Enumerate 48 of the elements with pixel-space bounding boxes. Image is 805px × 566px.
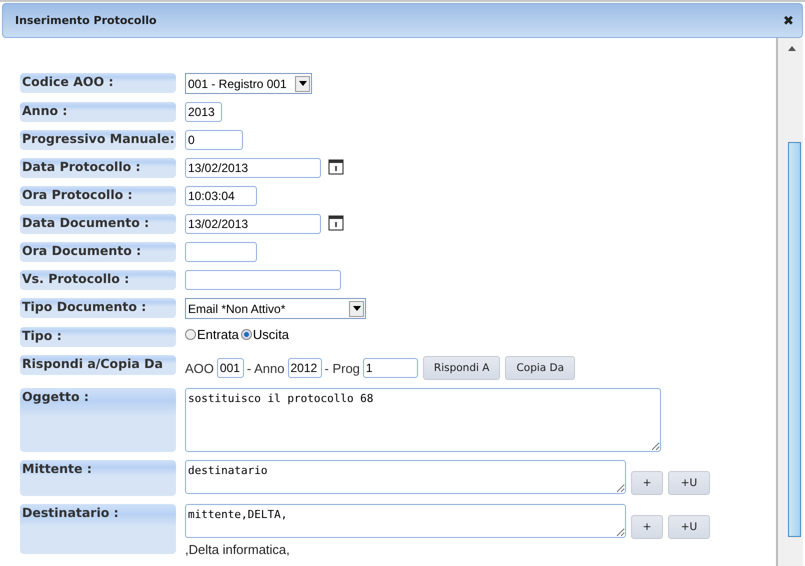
field-label: Progressivo Manuale: (20, 130, 176, 150)
input-field[interactable]: 2013 (185, 102, 222, 122)
field-caption: - Prog (324, 360, 360, 376)
field-label: Destinatario : (20, 504, 176, 554)
action-button[interactable]: Copia Da (505, 356, 576, 380)
add-button[interactable]: +U (668, 471, 710, 495)
scrollbar[interactable] (778, 38, 803, 566)
field-caption: - Anno (246, 360, 284, 376)
field-caption: AOO (185, 360, 214, 376)
radio-option[interactable]: Uscita (240, 327, 290, 342)
radio-option[interactable]: Entrata (185, 327, 239, 342)
field-label: Codice AOO : (20, 73, 176, 93)
dialog-title: Inserimento Protocollo (15, 14, 157, 27)
calendar-icon[interactable] (328, 158, 344, 175)
text-area[interactable]: sostituisco il protocollo 68 (185, 388, 661, 452)
input-field[interactable] (185, 270, 341, 290)
field-label: Ora Documento : (20, 242, 176, 262)
recipient-note: ,Delta informatica, (185, 542, 291, 557)
field-label: Data Documento : (20, 214, 176, 234)
date-field[interactable]: 13/02/2013 (185, 214, 321, 234)
dropdown[interactable]: 001 - Registro 001 (185, 73, 312, 94)
dropdown[interactable]: Email *Non Attivo* (185, 298, 366, 319)
field-label: Tipo Documento : (20, 298, 176, 318)
field-label: Anno : (20, 102, 176, 122)
add-button[interactable]: + (631, 515, 663, 539)
action-button[interactable]: Rispondi A (422, 356, 500, 380)
input-field[interactable]: 2012 (288, 358, 322, 378)
add-button[interactable]: + (631, 471, 663, 495)
close-button[interactable]: ✖ (783, 13, 794, 28)
field-label: Vs. Protocollo : (20, 270, 176, 290)
scroll-up-icon[interactable] (788, 46, 796, 51)
field-label: Mittente : (20, 460, 176, 496)
input-field[interactable]: 1 (362, 358, 418, 378)
field-label: Oggetto : (20, 388, 176, 452)
field-label: Rispondi a/Copia Da (20, 355, 176, 375)
field-label: Tipo : (20, 327, 176, 347)
input-field[interactable] (185, 242, 257, 262)
date-field[interactable]: 13/02/2013 (185, 158, 321, 178)
scrollbar-thumb[interactable] (788, 142, 801, 537)
input-field[interactable]: 0 (185, 130, 243, 150)
add-button[interactable]: +U (668, 515, 710, 539)
input-field[interactable]: 10:03:04 (185, 186, 257, 206)
field-label: Data Protocollo : (20, 158, 176, 178)
input-field[interactable]: 001 (216, 358, 244, 378)
text-area[interactable]: mittente,DELTA, (185, 504, 626, 538)
text-area[interactable]: destinatario (185, 460, 626, 494)
field-label: Ora Protocollo : (20, 186, 176, 206)
calendar-icon[interactable] (328, 214, 344, 231)
